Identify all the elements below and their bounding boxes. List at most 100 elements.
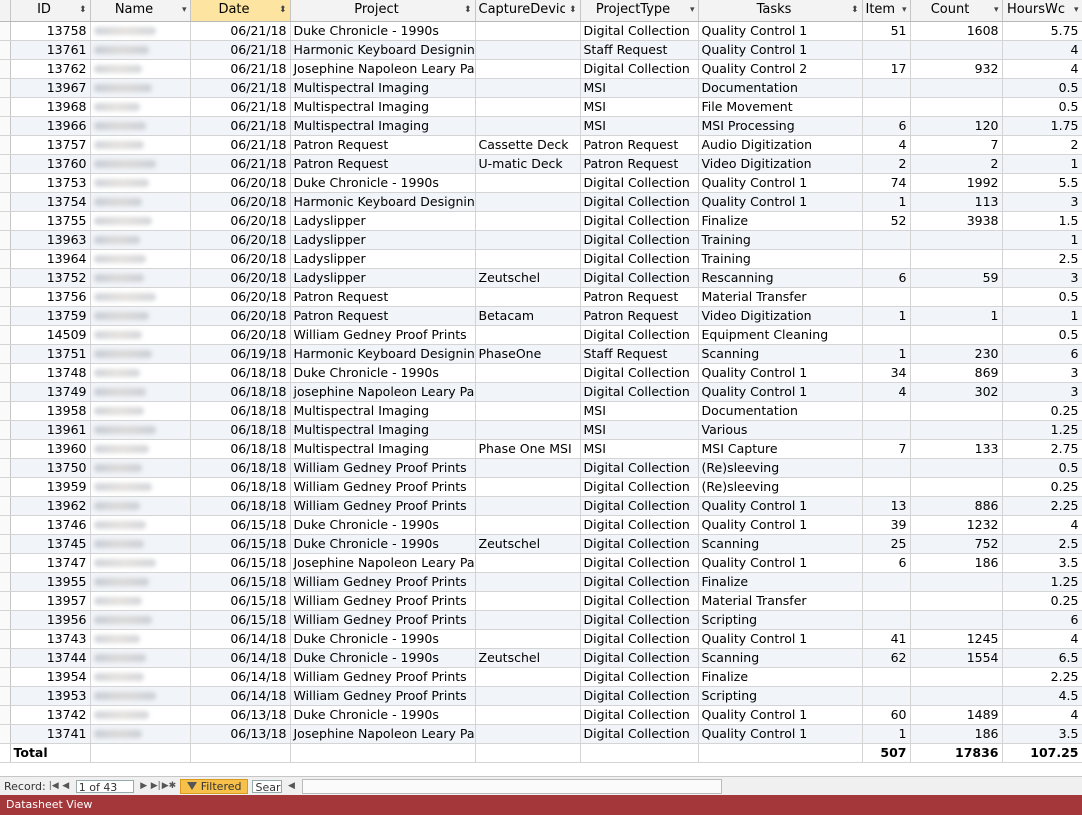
cell-ptype[interactable]: Digital Collection [580,515,699,535]
cell-date[interactable]: 06/20/18 [190,325,291,345]
cell-project[interactable]: Duke Chronicle - 1990s [290,363,476,383]
cell-ptype[interactable]: Digital Collection [580,648,699,668]
cell-items[interactable]: 6 [862,116,911,136]
cell-items[interactable]: 1 [862,306,911,326]
column-header-items[interactable]: Item ▾ [862,0,911,22]
cell-tasks[interactable]: Video Digitization [698,154,863,174]
cell-items[interactable]: 4 [862,382,911,402]
cell-name[interactable] [90,572,191,592]
row-selector[interactable] [0,439,11,459]
cell-ptype[interactable]: Digital Collection [580,230,699,250]
cell-date[interactable]: 06/20/18 [190,268,291,288]
row-selector[interactable] [0,534,11,554]
row-selector[interactable] [0,192,11,212]
cell-hours[interactable]: 3 [1002,192,1082,212]
dropdown-arrow-icon[interactable]: ⬍ [462,1,472,19]
cell-date[interactable]: 06/21/18 [190,154,291,174]
row-selector[interactable] [0,382,11,402]
column-header-tasks[interactable]: Tasks ⬍ [698,0,863,22]
cell-id[interactable]: 13964 [10,249,91,269]
cell-hours[interactable]: 1 [1002,306,1082,326]
cell-project[interactable]: Duke Chronicle - 1990s [290,629,476,649]
cell-tasks[interactable]: Quality Control 1 [698,553,863,573]
cell-capture[interactable]: Zeutschel [475,268,581,288]
table-row[interactable]: 13963 06/20/18 Ladyslipper Digital Collecti… [0,230,1082,250]
cell-hours[interactable]: 0.25 [1002,591,1082,611]
cell-capture[interactable] [475,553,581,573]
cell-tasks[interactable]: (Re)sleeving [698,477,863,497]
cell-date[interactable]: 06/18/18 [190,439,291,459]
cell-ptype[interactable]: MSI [580,97,699,117]
cell-name[interactable] [90,382,191,402]
cell-name[interactable] [90,211,191,231]
table-row[interactable]: 13741 06/13/18 Josephine Napoleon Leary Pa… [0,724,1082,744]
cell-id[interactable]: 13745 [10,534,91,554]
row-selector[interactable] [0,306,11,326]
cell-date[interactable]: 06/21/18 [190,97,291,117]
table-row[interactable]: 13746 06/15/18 Duke Chronicle - 1990s Digit… [0,515,1082,535]
cell-tasks[interactable]: Quality Control 1 [698,382,863,402]
cell-hours[interactable]: 1.5 [1002,211,1082,231]
row-selector[interactable] [0,287,11,307]
cell-items[interactable]: 6 [862,268,911,288]
cell-date[interactable]: 06/20/18 [190,192,291,212]
cell-date[interactable]: 06/13/18 [190,705,291,725]
cell-capture[interactable] [475,116,581,136]
cell-items[interactable]: 13 [862,496,911,516]
cell-ptype[interactable]: Staff Request [580,344,699,364]
cell-date[interactable]: 06/18/18 [190,477,291,497]
cell-capture[interactable] [475,629,581,649]
cell-items[interactable] [862,686,911,706]
cell-items[interactable] [862,420,911,440]
cell-items[interactable]: 39 [862,515,911,535]
cell-hours[interactable]: 4 [1002,705,1082,725]
cell-name[interactable] [90,591,191,611]
cell-id[interactable]: 13761 [10,40,91,60]
cell-hours[interactable]: 1.25 [1002,572,1082,592]
cell-items[interactable] [862,667,911,687]
cell-project[interactable]: Josephine Napoleon Leary Pap [290,553,476,573]
cell-name[interactable] [90,97,191,117]
column-header-selector[interactable] [0,0,11,22]
cell-hours[interactable]: 2.75 [1002,439,1082,459]
cell-id[interactable]: 13748 [10,363,91,383]
cell-id[interactable]: 13962 [10,496,91,516]
cell-items[interactable]: 4 [862,135,911,155]
cell-count[interactable] [910,477,1003,497]
cell-project[interactable]: Multispectral Imaging [290,439,476,459]
cell-name[interactable] [90,705,191,725]
cell-name[interactable] [90,306,191,326]
cell-id[interactable]: 13751 [10,344,91,364]
cell-ptype[interactable]: Digital Collection [580,496,699,516]
cell-project[interactable]: Multispectral Imaging [290,401,476,421]
cell-capture[interactable] [475,21,581,41]
cell-tasks[interactable]: Material Transfer [698,591,863,611]
cell-date[interactable]: 06/18/18 [190,420,291,440]
row-selector[interactable] [0,553,11,573]
cell-count[interactable] [910,78,1003,98]
cell-count[interactable]: 59 [910,268,1003,288]
cell-tasks[interactable]: Quality Control 1 [698,173,863,193]
cell-ptype[interactable]: Digital Collection [580,21,699,41]
cell-ptype[interactable]: Digital Collection [580,249,699,269]
cell-capture[interactable] [475,97,581,117]
cell-count[interactable] [910,610,1003,630]
dropdown-arrow-icon[interactable]: ▾ [1069,1,1079,19]
cell-hours[interactable]: 6 [1002,344,1082,364]
cell-count[interactable]: 1245 [910,629,1003,649]
cell-hours[interactable]: 4 [1002,59,1082,79]
row-selector[interactable] [0,458,11,478]
cell-project[interactable]: Ladyslipper [290,211,476,231]
cell-id[interactable]: 13749 [10,382,91,402]
cell-id[interactable]: 13958 [10,401,91,421]
cell-name[interactable] [90,534,191,554]
cell-id[interactable]: 13756 [10,287,91,307]
cell-items[interactable] [862,78,911,98]
cell-items[interactable] [862,572,911,592]
cell-date[interactable]: 06/15/18 [190,610,291,630]
cell-project[interactable]: Patron Request [290,154,476,174]
cell-name[interactable] [90,458,191,478]
cell-tasks[interactable]: Finalize [698,211,863,231]
cell-tasks[interactable]: Scripting [698,610,863,630]
cell-capture[interactable] [475,724,581,744]
